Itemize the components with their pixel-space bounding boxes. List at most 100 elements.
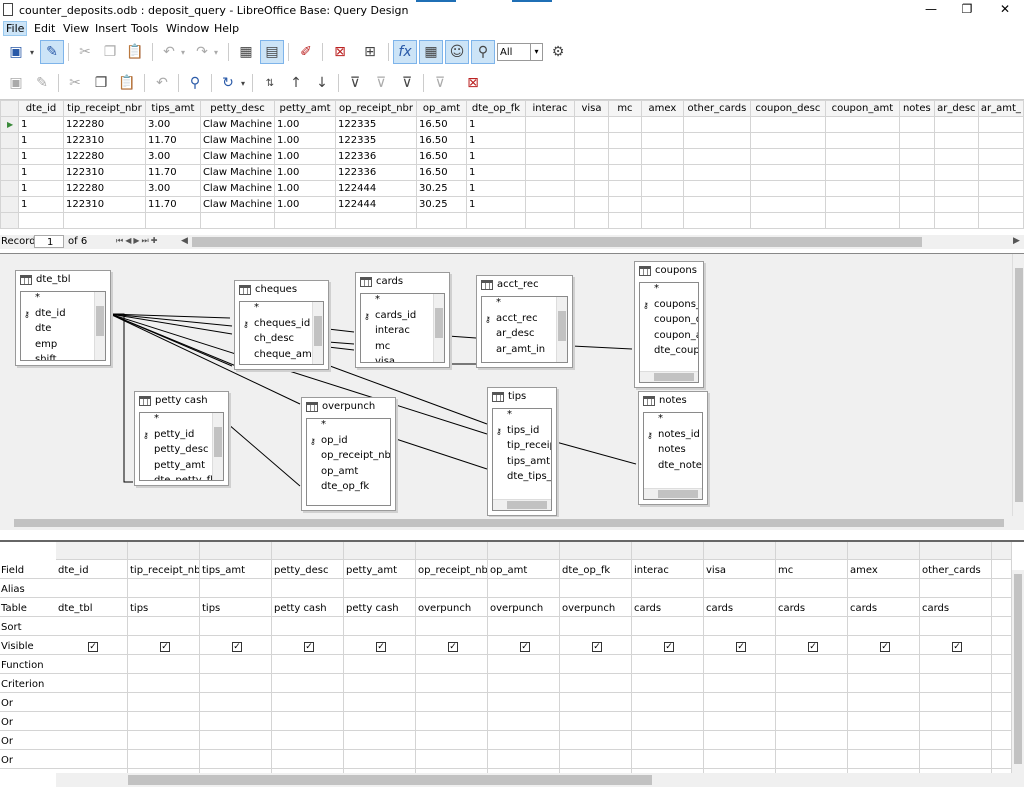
visible-checkbox[interactable]: ✓ <box>376 642 386 652</box>
table-row[interactable]: 1 122310 11.70 Claw Machine 1.00 122335 16.50 1 <box>0 132 1024 149</box>
field-cell[interactable]: dte_id <box>56 560 127 579</box>
table-row[interactable]: 1 122310 11.70 Claw Machine 1.00 122336 16.50 1 <box>0 164 1024 181</box>
table-cell[interactable] <box>824 212 900 229</box>
visible-checkbox-cell[interactable]: ✓ <box>560 636 631 655</box>
standard-filter-icon[interactable]: ⊽ <box>395 71 419 95</box>
field-item[interactable]: ⚷ cheques_id <box>240 318 323 334</box>
criteria-cell[interactable] <box>416 655 487 674</box>
table-cell[interactable] <box>824 132 900 149</box>
field-item[interactable]: * <box>482 297 567 313</box>
field-item[interactable]: mc <box>361 341 444 357</box>
criteria-cell[interactable] <box>704 674 775 693</box>
column-handle[interactable] <box>992 542 1011 560</box>
field-cell[interactable]: mc <box>776 560 847 579</box>
design-horizontal-scrollbar[interactable] <box>0 517 1012 529</box>
vertical-scrollbar[interactable] <box>433 294 444 362</box>
field-item[interactable]: dte <box>21 323 105 339</box>
row-header[interactable] <box>0 212 19 229</box>
field-item[interactable]: * <box>644 413 702 429</box>
criteria-column[interactable]: mc cards ✓ <box>776 542 848 773</box>
criteria-cell[interactable] <box>200 750 271 769</box>
criteria-cell[interactable] <box>992 560 1011 579</box>
field-item[interactable]: * <box>493 409 551 425</box>
field-item[interactable]: ⚷ dte_id <box>21 308 105 324</box>
table-cell[interactable] <box>977 148 1024 165</box>
criteria-cell[interactable] <box>920 674 991 693</box>
table-cell[interactable]: 1.00 <box>274 196 337 213</box>
table-cell[interactable]: 1.00 <box>274 116 337 133</box>
table-cell[interactable]: 1 <box>466 180 526 197</box>
criteria-cell[interactable] <box>632 693 703 712</box>
vertical-scrollbar[interactable] <box>212 413 223 480</box>
criteria-column[interactable]: tip_receipt_nbr tips ✓ <box>128 542 200 773</box>
table-cell[interactable]: 3.00 <box>144 116 201 133</box>
criteria-column[interactable]: visa cards ✓ <box>704 542 776 773</box>
criteria-cell[interactable] <box>776 712 847 731</box>
criteria-cell[interactable] <box>416 617 487 636</box>
table-cell[interactable] <box>749 132 826 149</box>
field-cell[interactable]: petty_desc <box>272 560 343 579</box>
table-cell[interactable] <box>977 180 1024 197</box>
table-cell[interactable] <box>898 164 935 181</box>
sort-ascending-icon[interactable]: ↑ <box>284 71 308 95</box>
criteria-cell[interactable] <box>488 750 559 769</box>
column-handle[interactable] <box>632 542 703 560</box>
table-cell[interactable] <box>607 148 642 165</box>
table-row[interactable]: 1 122310 11.70 Claw Machine 1.00 122444 30.25 1 <box>0 196 1024 213</box>
scrollbar-thumb[interactable] <box>1015 268 1023 502</box>
visible-checkbox-cell[interactable]: ✓ <box>128 636 199 655</box>
column-header[interactable]: mc <box>607 100 642 117</box>
column-handle[interactable] <box>560 542 631 560</box>
edit-mode-icon[interactable]: ✎ <box>40 40 64 64</box>
criteria-cell[interactable] <box>920 579 991 598</box>
column-header[interactable]: notes <box>898 100 935 117</box>
field-item[interactable]: emp <box>21 339 105 355</box>
criteria-cell[interactable] <box>416 731 487 750</box>
column-header[interactable]: other_cards <box>682 100 751 117</box>
table-cell[interactable]: cards <box>920 598 991 617</box>
field-item[interactable]: coupon_amt <box>640 330 698 346</box>
criteria-cell[interactable] <box>560 731 631 750</box>
field-item[interactable]: * <box>361 294 444 310</box>
field-item[interactable]: ⚷ petty_id <box>140 429 223 445</box>
visible-checkbox[interactable]: ✓ <box>160 642 170 652</box>
table-cell[interactable]: 1 <box>466 148 526 165</box>
criteria-cell[interactable] <box>920 712 991 731</box>
save-icon[interactable]: ▣ <box>4 40 28 64</box>
field-item[interactable]: petty_amt <box>140 460 223 476</box>
criteria-cell[interactable] <box>992 712 1011 731</box>
criteria-cell[interactable] <box>992 693 1011 712</box>
criteria-cell[interactable] <box>632 655 703 674</box>
scroll-right-icon[interactable]: ▶ <box>1013 236 1020 246</box>
table-cell[interactable]: 1 <box>466 196 526 213</box>
refresh-dropdown-icon[interactable]: ▾ <box>238 71 248 95</box>
column-handle[interactable] <box>704 542 775 560</box>
table-cell[interactable]: tips <box>128 598 199 617</box>
table-cell[interactable]: 1 <box>17 180 64 197</box>
table-window-cheques[interactable]: cheques * ⚷ cheques_id ch_desc cheque_amt <box>234 280 329 370</box>
table-cell[interactable] <box>898 212 935 229</box>
criteria-cell[interactable] <box>632 617 703 636</box>
criteria-cell[interactable] <box>848 712 919 731</box>
criteria-cell[interactable] <box>488 617 559 636</box>
criteria-cell[interactable] <box>704 712 775 731</box>
column-header[interactable]: op_amt <box>416 100 467 117</box>
criteria-cell[interactable] <box>704 693 775 712</box>
column-handle[interactable] <box>848 542 919 560</box>
criteria-cell[interactable] <box>632 674 703 693</box>
criteria-cell[interactable] <box>992 579 1011 598</box>
field-item[interactable]: ⚷ tips_id <box>493 425 551 441</box>
record-nav-buttons[interactable]: ⏮◀▶⏭✚ <box>116 236 159 246</box>
scroll-left-icon[interactable]: ◀ <box>181 236 188 246</box>
table-cell[interactable]: 1 <box>17 132 64 149</box>
criteria-cell[interactable] <box>704 731 775 750</box>
criteria-cell[interactable] <box>200 693 271 712</box>
field-item[interactable]: tips_amt <box>493 456 551 472</box>
table-cell[interactable] <box>898 196 935 213</box>
field-item[interactable]: ⚷ acct_rec <box>482 313 567 329</box>
table-name-icon[interactable]: ▦ <box>419 40 443 64</box>
design-vertical-scrollbar[interactable] <box>1012 254 1024 516</box>
criteria-cell[interactable] <box>632 712 703 731</box>
table-cell[interactable] <box>640 164 684 181</box>
table-cell[interactable] <box>524 180 575 197</box>
